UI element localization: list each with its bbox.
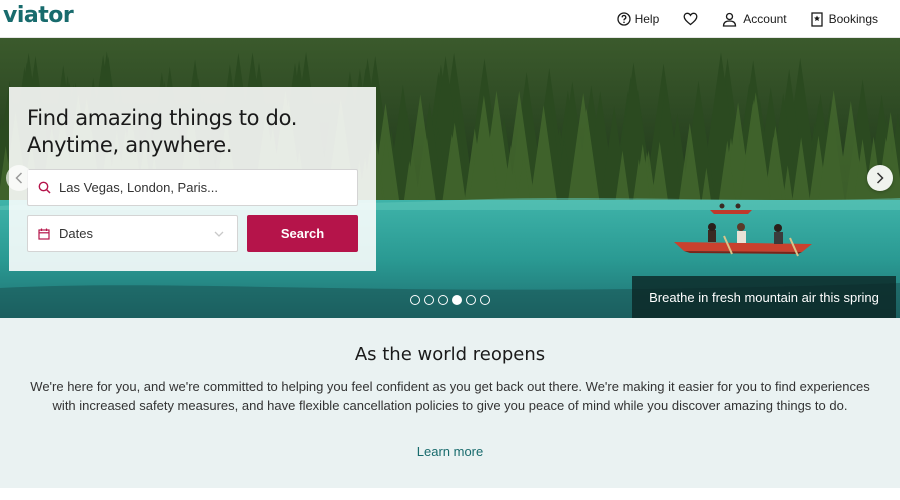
carousel-next-button[interactable] [867,165,893,191]
user-icon [723,12,737,27]
reopening-section: As the world reopens We're here for you,… [0,318,900,488]
search-button[interactable]: Search [247,215,358,252]
section-body: We're here for you, and we're committed … [30,379,870,413]
account-label: Account [743,12,787,26]
section-title: As the world reopens [354,344,546,365]
account-link[interactable]: Account [722,12,787,27]
hero-banner: Find amazing things to do. Anytime, anyw… [0,38,900,318]
bookings-link[interactable]: Bookings [810,11,878,27]
headline-line-1: Find amazing things to do. [27,106,298,130]
search-card: Find amazing things to do. Anytime, anyw… [9,87,376,271]
calendar-icon [38,228,50,240]
site-header: viator Help Account Bookings [0,0,900,38]
learn-more-link[interactable]: Learn more [417,444,483,459]
top-nav: Help Account Bookings [616,0,878,38]
carousel-dot[interactable] [466,295,476,305]
destination-search-input[interactable]: Las Vegas, London, Paris... [27,169,358,206]
help-link[interactable]: Help [616,12,660,26]
chevron-right-icon [876,172,884,184]
carousel-dot[interactable] [410,295,420,305]
chevron-down-icon [214,231,224,237]
headline-line-2: Anytime, anywhere. [27,133,233,157]
search-icon [38,181,51,194]
wishlist-button[interactable] [683,12,698,26]
bookings-label: Bookings [828,12,878,26]
dates-label: Dates [59,226,93,241]
dates-picker[interactable]: Dates [27,215,238,252]
destination-placeholder: Las Vegas, London, Paris... [59,180,218,195]
hero-caption: Breathe in fresh mountain air this sprin… [632,276,896,318]
help-icon [616,12,631,26]
viator-logo[interactable]: viator [3,3,74,28]
carousel-prev-button[interactable] [6,165,32,191]
learn-more-container: Learn more [0,444,900,459]
heart-icon [683,12,698,26]
carousel-dot[interactable] [480,295,490,305]
help-label: Help [634,12,660,26]
chevron-left-icon [15,172,23,184]
carousel-dot[interactable] [438,295,448,305]
carousel-dot[interactable] [452,295,462,305]
hero-headline: Find amazing things to do. Anytime, anyw… [27,105,357,159]
bookings-icon [810,11,823,27]
carousel-dot[interactable] [424,295,434,305]
carousel-dots [410,295,490,305]
